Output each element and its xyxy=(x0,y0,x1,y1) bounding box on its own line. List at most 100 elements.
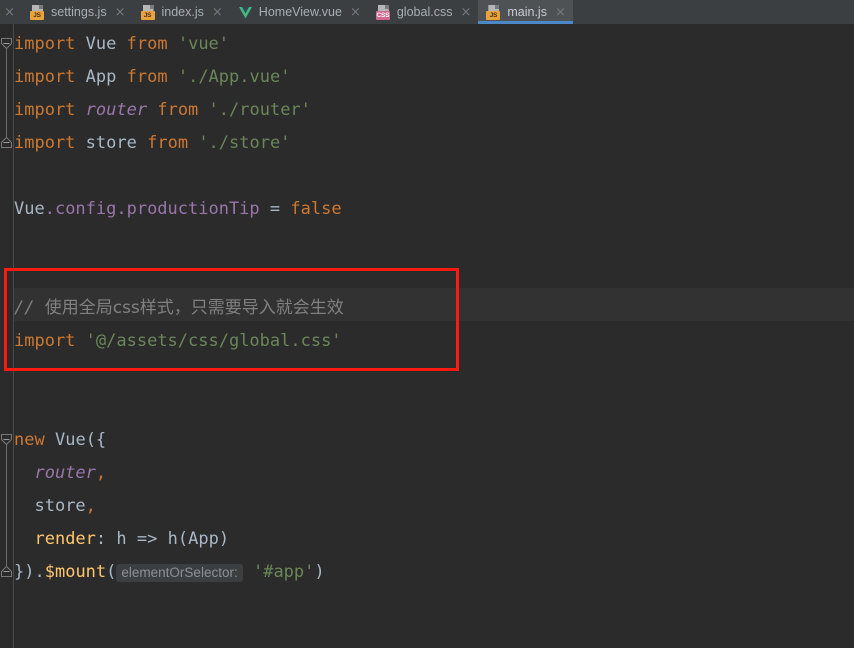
code-token: = xyxy=(259,199,291,219)
file-corner-fold xyxy=(149,4,154,9)
file-type-badge: JS xyxy=(30,10,44,20)
code-line[interactable]: // 使用全局css样式，只需要导入就会生效 xyxy=(14,292,344,325)
tab-close-icon[interactable]: × xyxy=(115,6,126,19)
editor-tab-index-js[interactable]: JS index.js × xyxy=(133,0,230,24)
tab-label: settings.js xyxy=(51,5,107,19)
code-token: '@/assets/css/global.css' xyxy=(85,331,342,351)
editor-tab-main-js[interactable]: JS main.js × xyxy=(478,0,573,24)
code-line[interactable]: import App from './App.vue' xyxy=(14,61,290,94)
code-token: App xyxy=(85,67,117,87)
tab-close-icon[interactable]: × xyxy=(460,6,471,19)
fold-region-line xyxy=(6,445,7,566)
code-token: new xyxy=(14,430,45,450)
ide-window: × JS settings.js × JS index.js × HomeView.vue × C… xyxy=(0,0,854,648)
tab-label: index.js xyxy=(161,5,204,19)
code-token: import xyxy=(14,331,76,351)
fold-collapse-icon[interactable] xyxy=(0,37,13,50)
code-editor[interactable]: import Vue from 'vue' import App from './… xyxy=(0,24,854,648)
tab-label: main.js xyxy=(507,5,547,19)
code-token: false xyxy=(290,199,342,219)
code-token: : xyxy=(95,529,117,549)
tab-close-icon[interactable]: × xyxy=(555,6,566,19)
tab-close-icon[interactable]: × xyxy=(4,6,15,19)
editor-gutter[interactable] xyxy=(0,24,14,648)
code-token: Vue xyxy=(14,199,45,219)
code-token: import xyxy=(14,67,76,87)
code-token: , xyxy=(85,496,96,516)
code-token: $mount xyxy=(44,562,107,582)
code-token: router xyxy=(85,100,148,120)
code-token: Vue xyxy=(54,430,86,450)
code-token: from xyxy=(157,100,199,120)
code-token: import xyxy=(14,34,76,54)
code-line[interactable]: router, xyxy=(14,457,106,490)
js-file-icon: JS xyxy=(140,4,156,20)
parameter-hint: elementOrSelector: xyxy=(116,564,243,582)
code-line[interactable]: import router from './router' xyxy=(14,94,311,127)
code-line[interactable]: render: h => h(App) xyxy=(14,523,229,556)
editor-tab-clipped-0[interactable]: × xyxy=(0,0,22,24)
fold-collapse-icon[interactable] xyxy=(0,433,13,446)
code-token: from xyxy=(126,67,168,87)
vue-file-icon xyxy=(238,5,253,20)
code-line[interactable]: new Vue({ xyxy=(14,424,106,457)
css-file-icon: CSS xyxy=(375,4,391,20)
code-line[interactable]: }).$mount(elementOrSelector: '#app') xyxy=(14,556,325,589)
editor-tab-homeview-vue[interactable]: HomeView.vue × xyxy=(230,0,368,24)
tab-close-icon[interactable]: × xyxy=(212,6,223,19)
code-token: './router' xyxy=(208,100,311,120)
code-line[interactable]: Vue.config.productionTip = false xyxy=(14,193,342,226)
file-type-badge: JS xyxy=(486,10,501,20)
code-token: 'vue' xyxy=(177,34,230,54)
code-token: , xyxy=(95,463,107,483)
code-token: Vue xyxy=(85,34,117,54)
code-token: ) xyxy=(314,562,325,582)
code-token: store xyxy=(34,496,86,516)
code-line[interactable]: import '@/assets/css/global.css' xyxy=(14,325,342,358)
code-token: }) xyxy=(14,562,35,582)
code-token: 使用全局css样式，只需要导入就会生效 xyxy=(44,298,344,318)
fold-end-icon[interactable] xyxy=(0,565,13,578)
code-token: h xyxy=(167,529,178,549)
editor-tab-bar: × JS settings.js × JS index.js × HomeView.vue × C… xyxy=(0,0,854,24)
editor-tab-settings-js[interactable]: JS settings.js × xyxy=(22,0,133,24)
tab-close-icon[interactable]: × xyxy=(350,6,361,19)
code-token: => xyxy=(126,529,168,549)
code-token: .config.productionTip xyxy=(44,199,260,219)
code-token: './App.vue' xyxy=(177,67,291,87)
tab-label: global.css xyxy=(396,5,453,19)
code-token: ( xyxy=(177,529,189,549)
fold-end-icon[interactable] xyxy=(0,136,13,149)
fold-region-line xyxy=(6,49,7,137)
code-token: import xyxy=(14,100,76,120)
code-token: h xyxy=(116,529,127,549)
editor-tab-global-css[interactable]: CSS global.css × xyxy=(368,0,479,24)
file-type-badge: JS xyxy=(140,10,155,20)
code-line[interactable]: store, xyxy=(14,490,96,523)
code-token: // xyxy=(14,298,45,318)
code-token: router xyxy=(34,463,96,483)
code-token: ({ xyxy=(85,430,107,450)
code-token: store xyxy=(85,133,137,153)
code-token: from xyxy=(147,133,189,153)
file-corner-fold xyxy=(384,4,389,9)
tab-label: HomeView.vue xyxy=(258,5,342,19)
code-line[interactable]: import Vue from 'vue' xyxy=(14,28,229,61)
code-token: from xyxy=(126,34,168,54)
file-corner-fold xyxy=(39,4,43,9)
code-line[interactable]: import store from './store' xyxy=(14,127,290,160)
